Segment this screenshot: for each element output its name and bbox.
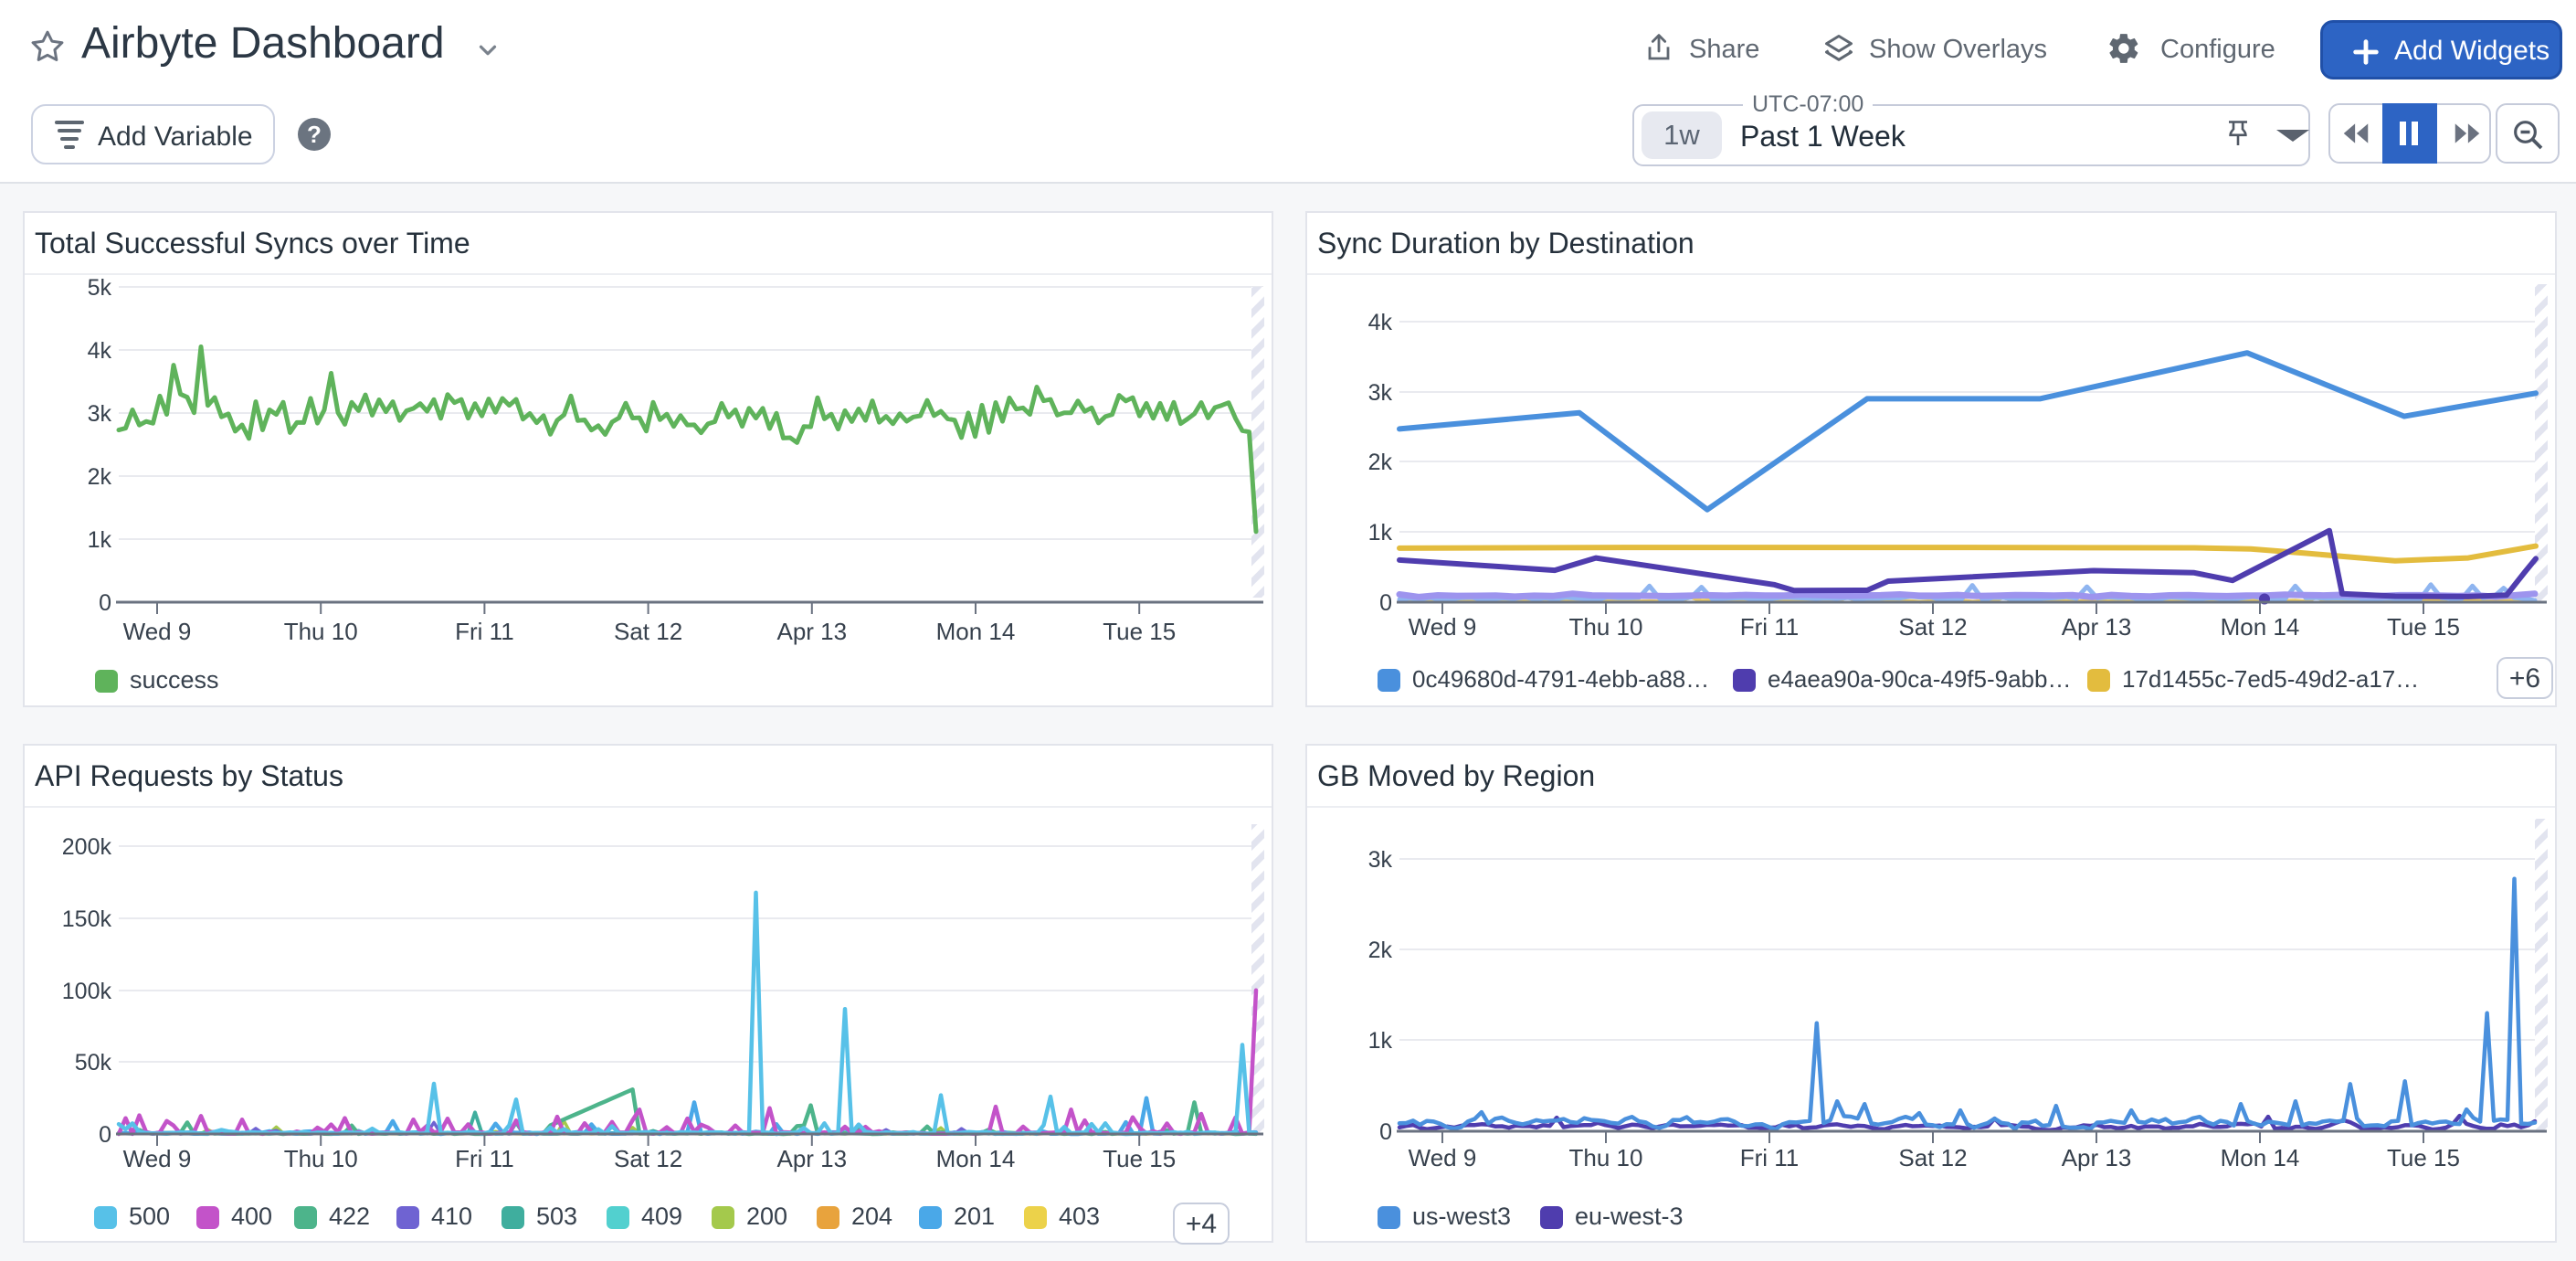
svg-text:409: 409	[641, 1203, 682, 1230]
svg-text:0: 0	[99, 1122, 111, 1148]
svg-text:Mon 14: Mon 14	[936, 1145, 1016, 1172]
svg-text:Wed 9: Wed 9	[1409, 1144, 1477, 1171]
svg-text:Thu 10: Thu 10	[1569, 1144, 1643, 1171]
svg-text:0c49680d-4791-4ebb-a88…: 0c49680d-4791-4ebb-a88…	[1412, 665, 1709, 693]
svg-text:Sat 12: Sat 12	[1898, 613, 1967, 641]
svg-text:500: 500	[129, 1203, 170, 1230]
svg-text:150k: 150k	[62, 906, 112, 932]
svg-text:Tue 15: Tue 15	[1103, 1145, 1176, 1172]
svg-text:3k: 3k	[88, 401, 112, 427]
svg-text:Fri 11: Fri 11	[455, 618, 514, 645]
svg-text:Fri 11: Fri 11	[455, 1145, 514, 1172]
svg-text:Thu 10: Thu 10	[284, 618, 358, 645]
svg-text:+6: +6	[2509, 663, 2540, 694]
svg-text:Apr 13: Apr 13	[2062, 613, 2132, 641]
svg-text:17d1455c-7ed5-49d2-a17…: 17d1455c-7ed5-49d2-a17…	[2122, 665, 2419, 693]
svg-text:2k: 2k	[1368, 938, 1393, 963]
svg-text:1k: 1k	[1368, 1028, 1393, 1054]
svg-text:1k: 1k	[88, 527, 112, 553]
svg-text:50k: 50k	[75, 1050, 112, 1076]
svg-text:e4aea90a-90ca-49f5-9abb…: e4aea90a-90ca-49f5-9abb…	[1768, 665, 2071, 693]
svg-text:4k: 4k	[88, 338, 112, 364]
svg-text:Mon 14: Mon 14	[2221, 1144, 2300, 1171]
svg-text:success: success	[130, 666, 219, 694]
svg-text:Apr 13: Apr 13	[776, 618, 847, 645]
svg-text:Tue 15: Tue 15	[1103, 618, 1176, 645]
svg-text:2k: 2k	[88, 464, 112, 490]
svg-text:us-west3: us-west3	[1412, 1203, 1511, 1230]
svg-text:200k: 200k	[62, 834, 112, 860]
svg-text:Fri 11: Fri 11	[1740, 613, 1800, 641]
svg-text:400: 400	[231, 1203, 272, 1230]
svg-text:503: 503	[536, 1203, 577, 1230]
svg-text:100k: 100k	[62, 979, 112, 1004]
svg-text:Wed 9: Wed 9	[1409, 613, 1477, 641]
svg-text:1k: 1k	[1368, 520, 1393, 546]
svg-text:Fri 11: Fri 11	[1740, 1144, 1800, 1171]
svg-text:Sat 12: Sat 12	[1898, 1144, 1967, 1171]
svg-text:Thu 10: Thu 10	[1569, 613, 1643, 641]
svg-text:422: 422	[329, 1203, 370, 1230]
svg-text:Wed 9: Wed 9	[123, 1145, 192, 1172]
svg-text:3k: 3k	[1368, 380, 1393, 406]
svg-text:3k: 3k	[1368, 847, 1393, 873]
svg-text:Sat 12: Sat 12	[614, 1145, 682, 1172]
svg-text:200: 200	[746, 1203, 787, 1230]
svg-text:0: 0	[1379, 1119, 1392, 1145]
svg-text:Apr 13: Apr 13	[2062, 1144, 2132, 1171]
svg-text:0: 0	[99, 590, 111, 616]
svg-text:5k: 5k	[88, 275, 112, 301]
svg-text:Apr 13: Apr 13	[776, 1145, 847, 1172]
svg-text:201: 201	[954, 1203, 995, 1230]
svg-text:Sat 12: Sat 12	[614, 618, 682, 645]
svg-text:Thu 10: Thu 10	[284, 1145, 358, 1172]
svg-text:eu-west-3: eu-west-3	[1575, 1203, 1684, 1230]
svg-text:403: 403	[1059, 1203, 1100, 1230]
svg-text:4k: 4k	[1368, 310, 1393, 335]
svg-text:0: 0	[1379, 590, 1392, 616]
svg-text:+4: +4	[1186, 1209, 1217, 1239]
svg-text:Mon 14: Mon 14	[2221, 613, 2300, 641]
svg-text:Mon 14: Mon 14	[936, 618, 1016, 645]
svg-text:204: 204	[851, 1203, 892, 1230]
svg-text:Tue 15: Tue 15	[2387, 613, 2460, 641]
svg-text:410: 410	[431, 1203, 472, 1230]
svg-text:Tue 15: Tue 15	[2387, 1144, 2460, 1171]
svg-text:Wed 9: Wed 9	[123, 618, 192, 645]
svg-text:2k: 2k	[1368, 450, 1393, 475]
